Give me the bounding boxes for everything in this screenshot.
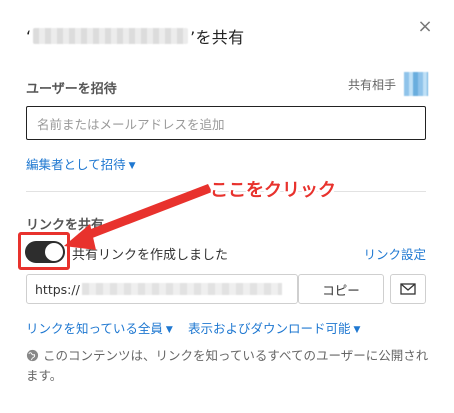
chevron-down-icon: ▼ — [165, 324, 173, 335]
visibility-info-text: このコンテンツは、リンクを知っているすべてのユーザーに公開されます。 — [26, 348, 429, 383]
link-settings-link[interactable]: リンク設定 — [363, 244, 426, 263]
copy-button[interactable]: コピー — [298, 274, 384, 304]
globe-icon — [26, 349, 39, 362]
envelope-icon — [400, 283, 416, 295]
chevron-down-icon: ▼ — [128, 160, 136, 171]
chevron-down-icon: ▼ — [353, 324, 361, 335]
share-url-prefix: https:// — [35, 281, 80, 297]
invite-role-dropdown[interactable]: 編集者として招待 ▼ — [26, 154, 136, 173]
permission-label: 表示およびダウンロード可能 — [188, 321, 351, 336]
title-prefix: ‘ — [26, 26, 32, 46]
shared-with-label: 共有相手 — [347, 77, 396, 92]
close-icon[interactable]: × — [416, 18, 434, 36]
annotation-arrow — [64, 184, 212, 250]
title-suffix: ’を共有 — [190, 28, 245, 47]
invite-section-label: ユーザーを招待 — [26, 82, 117, 97]
visibility-info: このコンテンツは、リンクを知っているすべてのユーザーに公開されます。 — [26, 346, 436, 386]
permission-dropdown[interactable]: 表示およびダウンロード可能 ▼ — [188, 318, 360, 337]
shared-with: 共有相手 — [348, 72, 428, 96]
audience-label: リンクを知っている全員 — [26, 321, 163, 336]
audience-dropdown[interactable]: リンクを知っている全員 ▼ — [26, 318, 173, 337]
share-url-field[interactable]: https:// — [26, 274, 298, 304]
invite-input[interactable]: 名前またはメールアドレスを追加 — [26, 106, 426, 140]
share-link-toggle[interactable] — [25, 241, 65, 263]
avatar[interactable] — [404, 72, 428, 96]
invite-input-placeholder: 名前またはメールアドレスを追加 — [37, 116, 225, 132]
share-dialog: ‘ ’を共有 × ユーザーを招待 共有相手 名前またはメールアドレスを追加 編集… — [0, 0, 454, 413]
redacted-url — [81, 283, 282, 295]
redacted-file-name — [33, 28, 189, 44]
email-button[interactable] — [390, 274, 426, 304]
dialog-title: ‘ ’を共有 — [26, 24, 436, 48]
invite-role-label: 編集者として招待 — [26, 157, 126, 172]
annotation-text: ここをクリック — [210, 180, 336, 201]
